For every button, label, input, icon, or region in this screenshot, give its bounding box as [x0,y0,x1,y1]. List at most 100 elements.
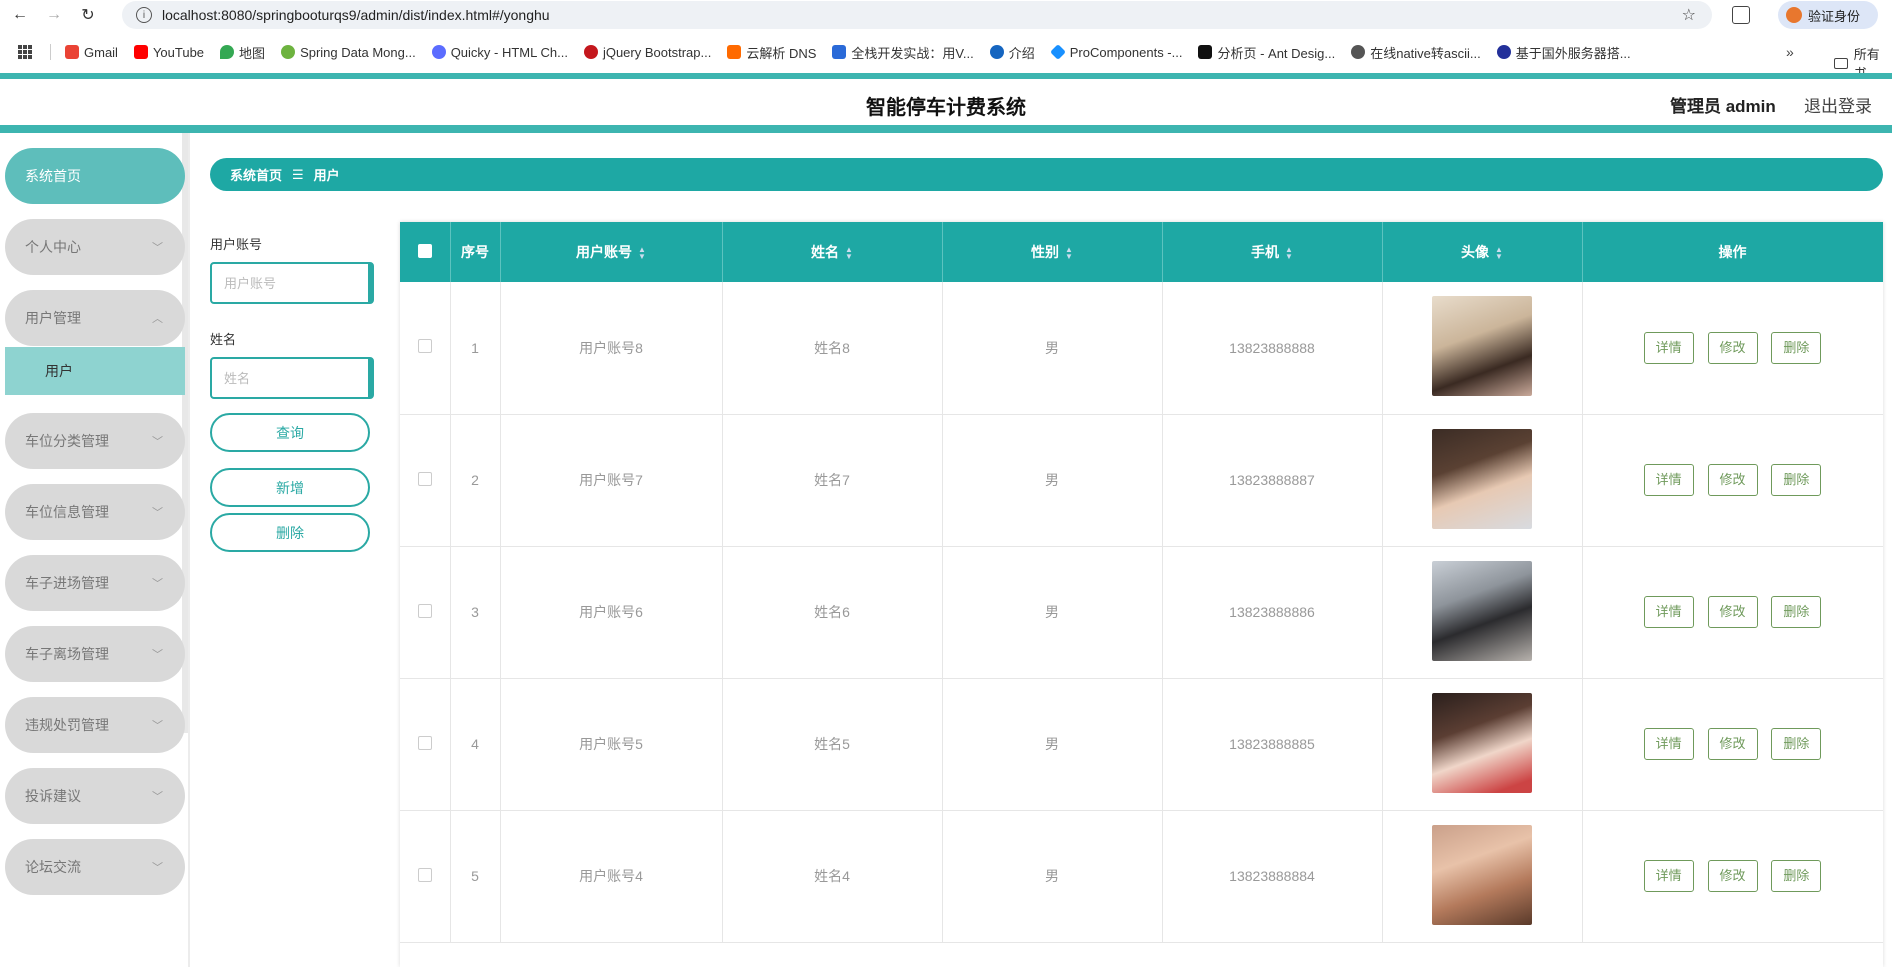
folder-icon [1834,57,1848,69]
sidebar-subitem-users[interactable]: 用户 [5,347,185,395]
bookmarks-overflow-button[interactable]: » [1786,44,1794,60]
select-all-checkbox[interactable] [417,243,432,258]
col-header-account[interactable]: 用户账号 ▲ ▼ [500,222,723,282]
sidebar-item-home[interactable]: 系统首页 [5,148,185,204]
name-search-input[interactable] [210,357,374,399]
bookmark-native-ascii[interactable]: 在线native转ascii... [1351,43,1481,62]
chevron-down-icon: ﹀ [152,791,163,803]
add-button[interactable]: 新增 [210,468,370,507]
bookmark-ant-design[interactable]: 分析页 - Ant Desig... [1198,43,1335,62]
globe-icon [1351,45,1366,59]
bookmark-youtube[interactable]: YouTube [133,45,204,60]
bookmark-label: 全栈开发实战：用V... [851,45,974,61]
sidebar-item-label: 个人中心 [25,239,81,255]
sidebar-item-label: 车位分类管理 [25,433,109,449]
edit-button[interactable]: 修改 [1707,860,1758,892]
back-icon[interactable]: ← [6,1,34,29]
bookmark-label: jQuery Bootstrap... [602,44,712,60]
delete-button[interactable]: 删除 [1771,464,1822,496]
bookmark-star-icon[interactable]: ☆ [1682,5,1696,25]
batch-delete-button[interactable]: 删除 [210,513,370,552]
sidebar-item-forum[interactable]: 论坛交流 ﹀ [5,839,185,895]
query-button[interactable]: 查询 [210,413,370,452]
cell-gender: 男 [942,282,1163,415]
address-bar[interactable]: i localhost:8080/springbooturqs9/admin/d… [122,1,1712,29]
cell-ops: 详情 修改 删除 [1582,546,1883,679]
cell-index: 4 [450,678,501,811]
bookmark-spring[interactable]: Spring Data Mong... [281,45,416,60]
breadcrumb: 系统首页 ☰ 用户 [210,158,1883,191]
row-checkbox[interactable] [417,471,432,486]
verify-identity-button[interactable]: 验证身份 [1778,1,1878,29]
cell-index: 2 [450,414,501,547]
bookmark-gmail[interactable]: Gmail [65,45,118,60]
cell-phone: 13823888885 [1162,678,1383,811]
sidebar-item-user-management[interactable]: 用户管理 ︿ [5,290,185,346]
detail-button[interactable]: 详情 [1643,464,1694,496]
row-checkbox[interactable] [417,339,432,354]
avatar [1432,824,1532,925]
row-select-cell [400,414,451,547]
chevron-down-icon: ﹀ [152,507,163,519]
bookmark-procomponents[interactable]: ProComponents -... [1049,44,1182,60]
sidebar-item-personal-center[interactable]: 个人中心 ﹀ [5,219,185,275]
bookmark-dns[interactable]: 云解析 DNS [727,43,816,62]
sidebar-item-space-category[interactable]: 车位分类管理 ﹀ [5,413,185,469]
sidebar-item-space-info[interactable]: 车位信息管理 ﹀ [5,484,185,540]
bookmark-quicky[interactable]: Quicky - HTML Ch... [431,45,568,60]
sidebar-subitem-label: 用户 [45,363,73,379]
cell-ops: 详情 修改 删除 [1582,678,1883,811]
sidebar-item-car-exit[interactable]: 车子离场管理 ﹀ [5,626,185,682]
row-checkbox[interactable] [417,603,432,618]
col-header-avatar[interactable]: 头像 ▲ ▼ [1382,222,1583,282]
sidebar-item-complaints[interactable]: 投诉建议 ﹀ [5,768,185,824]
forward-icon[interactable]: → [40,1,68,29]
bookmark-jquery[interactable]: jQuery Bootstrap... [583,44,712,60]
bookmark-label: 分析页 - Ant Desig... [1217,45,1336,61]
extensions-icon[interactable] [1732,6,1750,24]
col-header-label: 用户账号 [576,244,633,260]
sidebar-item-car-entry[interactable]: 车子进场管理 ﹀ [5,555,185,611]
detail-button[interactable]: 详情 [1643,728,1694,760]
delete-button[interactable]: 删除 [1771,860,1822,892]
logout-link[interactable]: 退出登录 [1804,92,1872,117]
edit-button[interactable]: 修改 [1707,464,1758,496]
network-icon [1496,45,1511,59]
delete-button[interactable]: 删除 [1771,728,1822,760]
col-header-gender[interactable]: 性别 ▲ ▼ [942,222,1163,282]
col-header-name[interactable]: 姓名 ▲ ▼ [722,222,943,282]
breadcrumb-home[interactable]: 系统首页 [230,165,282,184]
apps-grid-icon[interactable] [18,45,32,59]
cell-name: 姓名8 [722,282,943,415]
bookmark-label: 基于国外服务器搭... [1515,45,1631,61]
bookmark-maps[interactable]: 地图 [220,43,265,62]
sidebar-item-violation[interactable]: 违规处罚管理 ﹀ [5,697,185,753]
bookmark-intro[interactable]: 介绍 [989,43,1035,62]
account-search-input[interactable] [210,262,374,304]
sidebar-item-label: 车子离场管理 [25,646,109,662]
delete-button[interactable]: 删除 [1771,596,1822,628]
bookmark-label: Gmail [84,44,118,60]
edit-button[interactable]: 修改 [1707,728,1758,760]
edit-button[interactable]: 修改 [1707,331,1758,364]
reload-icon[interactable]: ↻ [74,1,102,29]
detail-button[interactable]: 详情 [1643,860,1694,892]
detail-button[interactable]: 详情 [1643,596,1694,628]
globe-icon [989,45,1004,59]
sort-icon[interactable]: ▲ ▼ [638,246,646,261]
site-info-icon[interactable]: i [136,7,152,23]
bookmark-fullstack[interactable]: 全栈开发实战：用V... [832,43,974,62]
row-select-cell [400,678,451,811]
detail-button[interactable]: 详情 [1643,331,1694,364]
sort-icon[interactable]: ▲ ▼ [1495,246,1503,261]
col-header-phone[interactable]: 手机 ▲ ▼ [1162,222,1383,282]
bookmark-server[interactable]: 基于国外服务器搭... [1496,43,1631,62]
sort-icon[interactable]: ▲ ▼ [845,246,853,261]
row-checkbox[interactable] [417,735,432,750]
cell-account: 用户账号4 [500,810,723,943]
sort-icon[interactable]: ▲ ▼ [1285,246,1293,261]
row-checkbox[interactable] [417,867,432,882]
delete-button[interactable]: 删除 [1771,331,1822,364]
sort-icon[interactable]: ▲ ▼ [1065,246,1073,261]
edit-button[interactable]: 修改 [1707,596,1758,628]
